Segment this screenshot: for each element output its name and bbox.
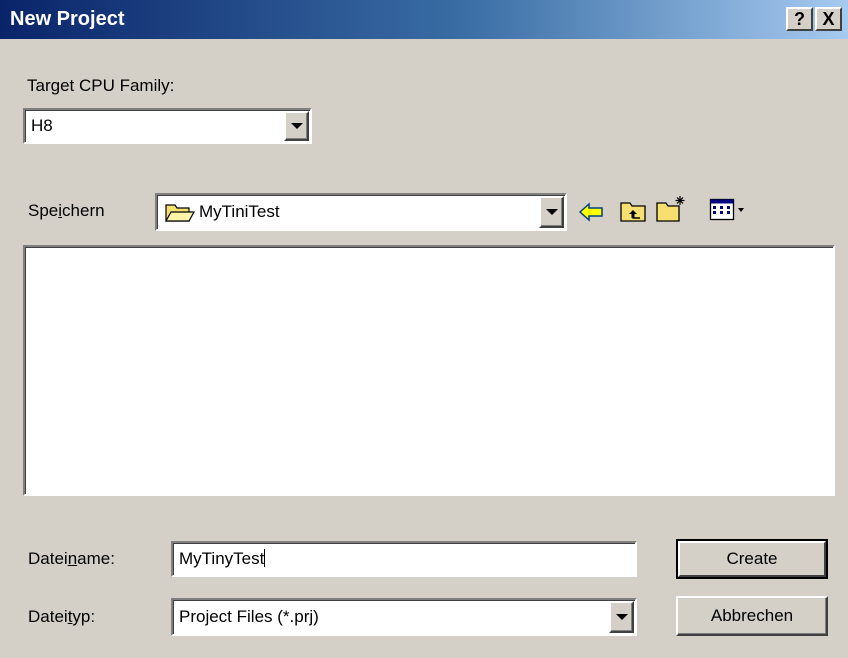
new-folder-icon[interactable] [655, 194, 687, 229]
title-bar[interactable]: New Project ? X [0, 0, 848, 39]
target-cpu-value: H8 [31, 116, 53, 135]
new-project-dialog: New Project ? X Target CPU Family: H8 Sp… [0, 0, 848, 658]
file-list[interactable] [23, 245, 835, 496]
target-cpu-label: Target CPU Family: [27, 76, 175, 95]
save-in-dropdown[interactable]: MyTiniTest [155, 193, 567, 231]
close-icon: X [822, 9, 835, 29]
up-folder-icon[interactable] [619, 198, 649, 229]
save-in-folder: MyTiniTest [199, 202, 280, 221]
chevron-down-icon [545, 209, 558, 215]
view-menu-icon[interactable] [709, 197, 747, 228]
filename-value: MyTinyTest [179, 549, 266, 568]
chevron-down-icon [290, 123, 303, 129]
back-arrow-icon[interactable] [578, 201, 606, 228]
target-cpu-dropdown[interactable]: H8 [23, 108, 312, 144]
filetype-value: Project Files (*.prj) [179, 607, 319, 626]
save-in-dropdown-button[interactable] [539, 196, 564, 228]
help-button[interactable]: ? [786, 7, 813, 31]
create-button-label: Create [726, 549, 778, 568]
save-in-label: Speichern [28, 201, 105, 220]
chevron-down-icon [615, 614, 628, 620]
filename-label: Dateiname: [28, 549, 115, 568]
filetype-dropdown-button[interactable] [609, 601, 634, 633]
target-cpu-dropdown-button[interactable] [284, 111, 309, 141]
create-button[interactable]: Create [676, 539, 828, 579]
filetype-label: Dateityp: [28, 607, 96, 626]
filetype-dropdown[interactable]: Project Files (*.prj) [171, 598, 637, 636]
cancel-button[interactable]: Abbrechen [676, 596, 828, 636]
close-button[interactable]: X [815, 7, 842, 31]
window-title: New Project [10, 8, 125, 30]
filename-input[interactable]: MyTinyTest [171, 541, 637, 577]
folder-open-icon [164, 201, 196, 228]
text-cursor [264, 549, 266, 567]
cancel-button-label: Abbrechen [710, 606, 794, 625]
